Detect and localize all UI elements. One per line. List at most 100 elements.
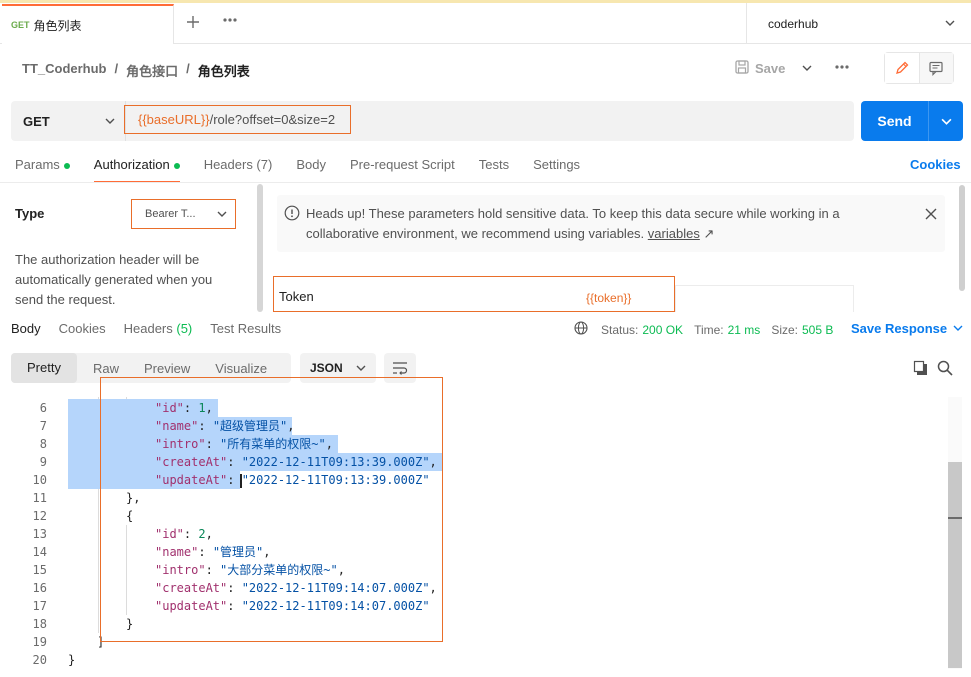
tab-label: Test Results <box>210 321 282 336</box>
code-line: 20} <box>0 651 948 669</box>
save-icon <box>735 60 749 77</box>
status-label: Status: <box>601 322 639 337</box>
tab-tests[interactable]: Tests <box>479 157 509 183</box>
chevron-down-icon <box>802 61 812 76</box>
breadcrumb-folder[interactable]: 角色接口 <box>126 61 178 80</box>
tab-test-results[interactable]: Test Results <box>210 321 281 336</box>
token-value[interactable]: {{token}} <box>586 291 631 305</box>
tab-visualize[interactable]: Visualize <box>215 361 267 376</box>
tab-headers[interactable]: Headers (7) <box>204 157 273 183</box>
chevron-down-icon <box>356 362 366 376</box>
globe-icon[interactable] <box>574 321 588 338</box>
tab-method-badge: GET <box>11 20 30 30</box>
code-text: } <box>68 653 76 667</box>
tab-response-body[interactable]: Body <box>11 321 41 336</box>
auth-type-select[interactable]: Bearer T... <box>131 199 236 229</box>
more-icon[interactable] <box>834 60 850 77</box>
environment-select[interactable]: coderhub <box>746 3 971 44</box>
code-scrollbar-thumb[interactable] <box>948 462 962 668</box>
tab-label: Headers <box>123 321 173 336</box>
request-scrollbar[interactable] <box>959 185 965 291</box>
status-value[interactable]: 200 OK <box>642 323 683 337</box>
token-row-extension <box>675 285 854 312</box>
line-number: 11 <box>32 491 47 505</box>
line-number: 7 <box>39 419 47 433</box>
alert-message: Heads up! These parameters hold sensitiv… <box>306 206 840 241</box>
chevron-down-icon[interactable] <box>105 114 115 129</box>
line-number: 12 <box>32 509 47 523</box>
response-meta: Status: 200 OK Time: 21 ms Size: 505 B <box>574 321 844 338</box>
url-variable: {{baseURL}} <box>138 112 210 127</box>
tab-label: Pre-request Script <box>349 157 455 172</box>
tab-response-cookies[interactable]: Cookies <box>59 321 106 336</box>
cookies-link[interactable]: Cookies <box>910 157 961 172</box>
save-label: Save <box>755 61 786 76</box>
save-response-label: Save Response <box>851 321 948 336</box>
chevron-down-icon <box>945 17 955 31</box>
plus-icon[interactable] <box>186 13 200 34</box>
annotation-box <box>100 377 443 642</box>
chevron-down-icon[interactable] <box>929 116 963 127</box>
auth-description: The authorization header will be automat… <box>15 252 213 307</box>
environment-name: coderhub <box>768 16 819 31</box>
save-response-button[interactable]: Save Response <box>851 321 963 336</box>
code-scrollbar-marker <box>948 517 962 519</box>
send-button[interactable]: Send <box>861 101 963 141</box>
tab-label: Body <box>11 321 41 336</box>
variables-link[interactable]: variables <box>648 226 700 241</box>
tab-pre-request-script[interactable]: Pre-request Script <box>350 157 455 183</box>
status-dot <box>63 162 70 169</box>
line-number: 19 <box>32 635 47 649</box>
send-label: Send <box>877 113 912 129</box>
request-tabs: Params Authorization Headers (7) Body Pr… <box>15 157 604 183</box>
view-mode-toggle <box>884 52 954 84</box>
tab-settings[interactable]: Settings <box>533 157 580 183</box>
info-icon <box>284 205 300 224</box>
copy-icon[interactable] <box>913 360 929 379</box>
tab-label: Body <box>296 157 326 172</box>
save-options-button[interactable] <box>796 56 818 80</box>
auth-type-label: Type <box>15 206 45 221</box>
response-tabs: Body Cookies Headers (5) Test Results <box>11 321 299 336</box>
line-number: 14 <box>32 545 47 559</box>
search-icon[interactable] <box>937 360 953 379</box>
time-value[interactable]: 21 ms <box>728 323 761 337</box>
tab-count: (5) <box>176 321 193 336</box>
pencil-icon[interactable] <box>885 53 919 83</box>
breadcrumb-request[interactable]: 角色列表 <box>198 61 250 80</box>
tab-preview[interactable]: Preview <box>144 361 190 376</box>
breadcrumb: TT_Coderhub / 角色接口 / 角色列表 <box>22 61 250 80</box>
tab-raw[interactable]: Raw <box>93 361 119 376</box>
breadcrumb-collection[interactable]: TT_Coderhub <box>22 61 107 80</box>
line-number: 10 <box>32 473 47 487</box>
divider <box>0 182 971 183</box>
line-number: 9 <box>39 455 47 469</box>
token-field-row[interactable]: Token {{token}} <box>273 276 675 312</box>
line-number: 8 <box>39 437 47 451</box>
size-value[interactable]: 505 B <box>802 323 833 337</box>
line-number: 6 <box>39 401 47 415</box>
request-tab-active[interactable]: GET 角色列表 <box>2 4 174 44</box>
tab-pretty[interactable]: Pretty <box>11 353 77 383</box>
chevron-down-icon <box>217 209 227 222</box>
tab-body[interactable]: Body <box>296 157 326 183</box>
request-tab-bar: GET 角色列表 coderhub <box>0 3 971 44</box>
tab-params[interactable]: Params <box>15 157 70 183</box>
more-icon[interactable] <box>222 13 238 30</box>
sensitive-data-alert: Heads up! These parameters hold sensitiv… <box>277 195 945 252</box>
line-number: 20 <box>32 653 47 667</box>
comment-icon[interactable] <box>918 53 953 83</box>
line-number: 15 <box>32 563 47 577</box>
tab-label: Params <box>15 157 60 172</box>
panel-scrollbar[interactable] <box>257 184 263 312</box>
tab-response-headers[interactable]: Headers (5) <box>124 321 193 336</box>
url-input[interactable]: {{baseURL}} /role?offset=0&size=2 <box>124 105 351 134</box>
format-value: JSON <box>310 361 343 375</box>
alert-text: Heads up! These parameters hold sensitiv… <box>306 204 916 244</box>
method-select[interactable]: GET <box>23 114 50 129</box>
save-button[interactable]: Save <box>735 60 785 77</box>
close-icon[interactable] <box>925 208 937 223</box>
breadcrumb-separator: / <box>114 61 119 76</box>
tab-authorization[interactable]: Authorization <box>93 157 180 183</box>
url-path: /role?offset=0&size=2 <box>209 112 336 127</box>
